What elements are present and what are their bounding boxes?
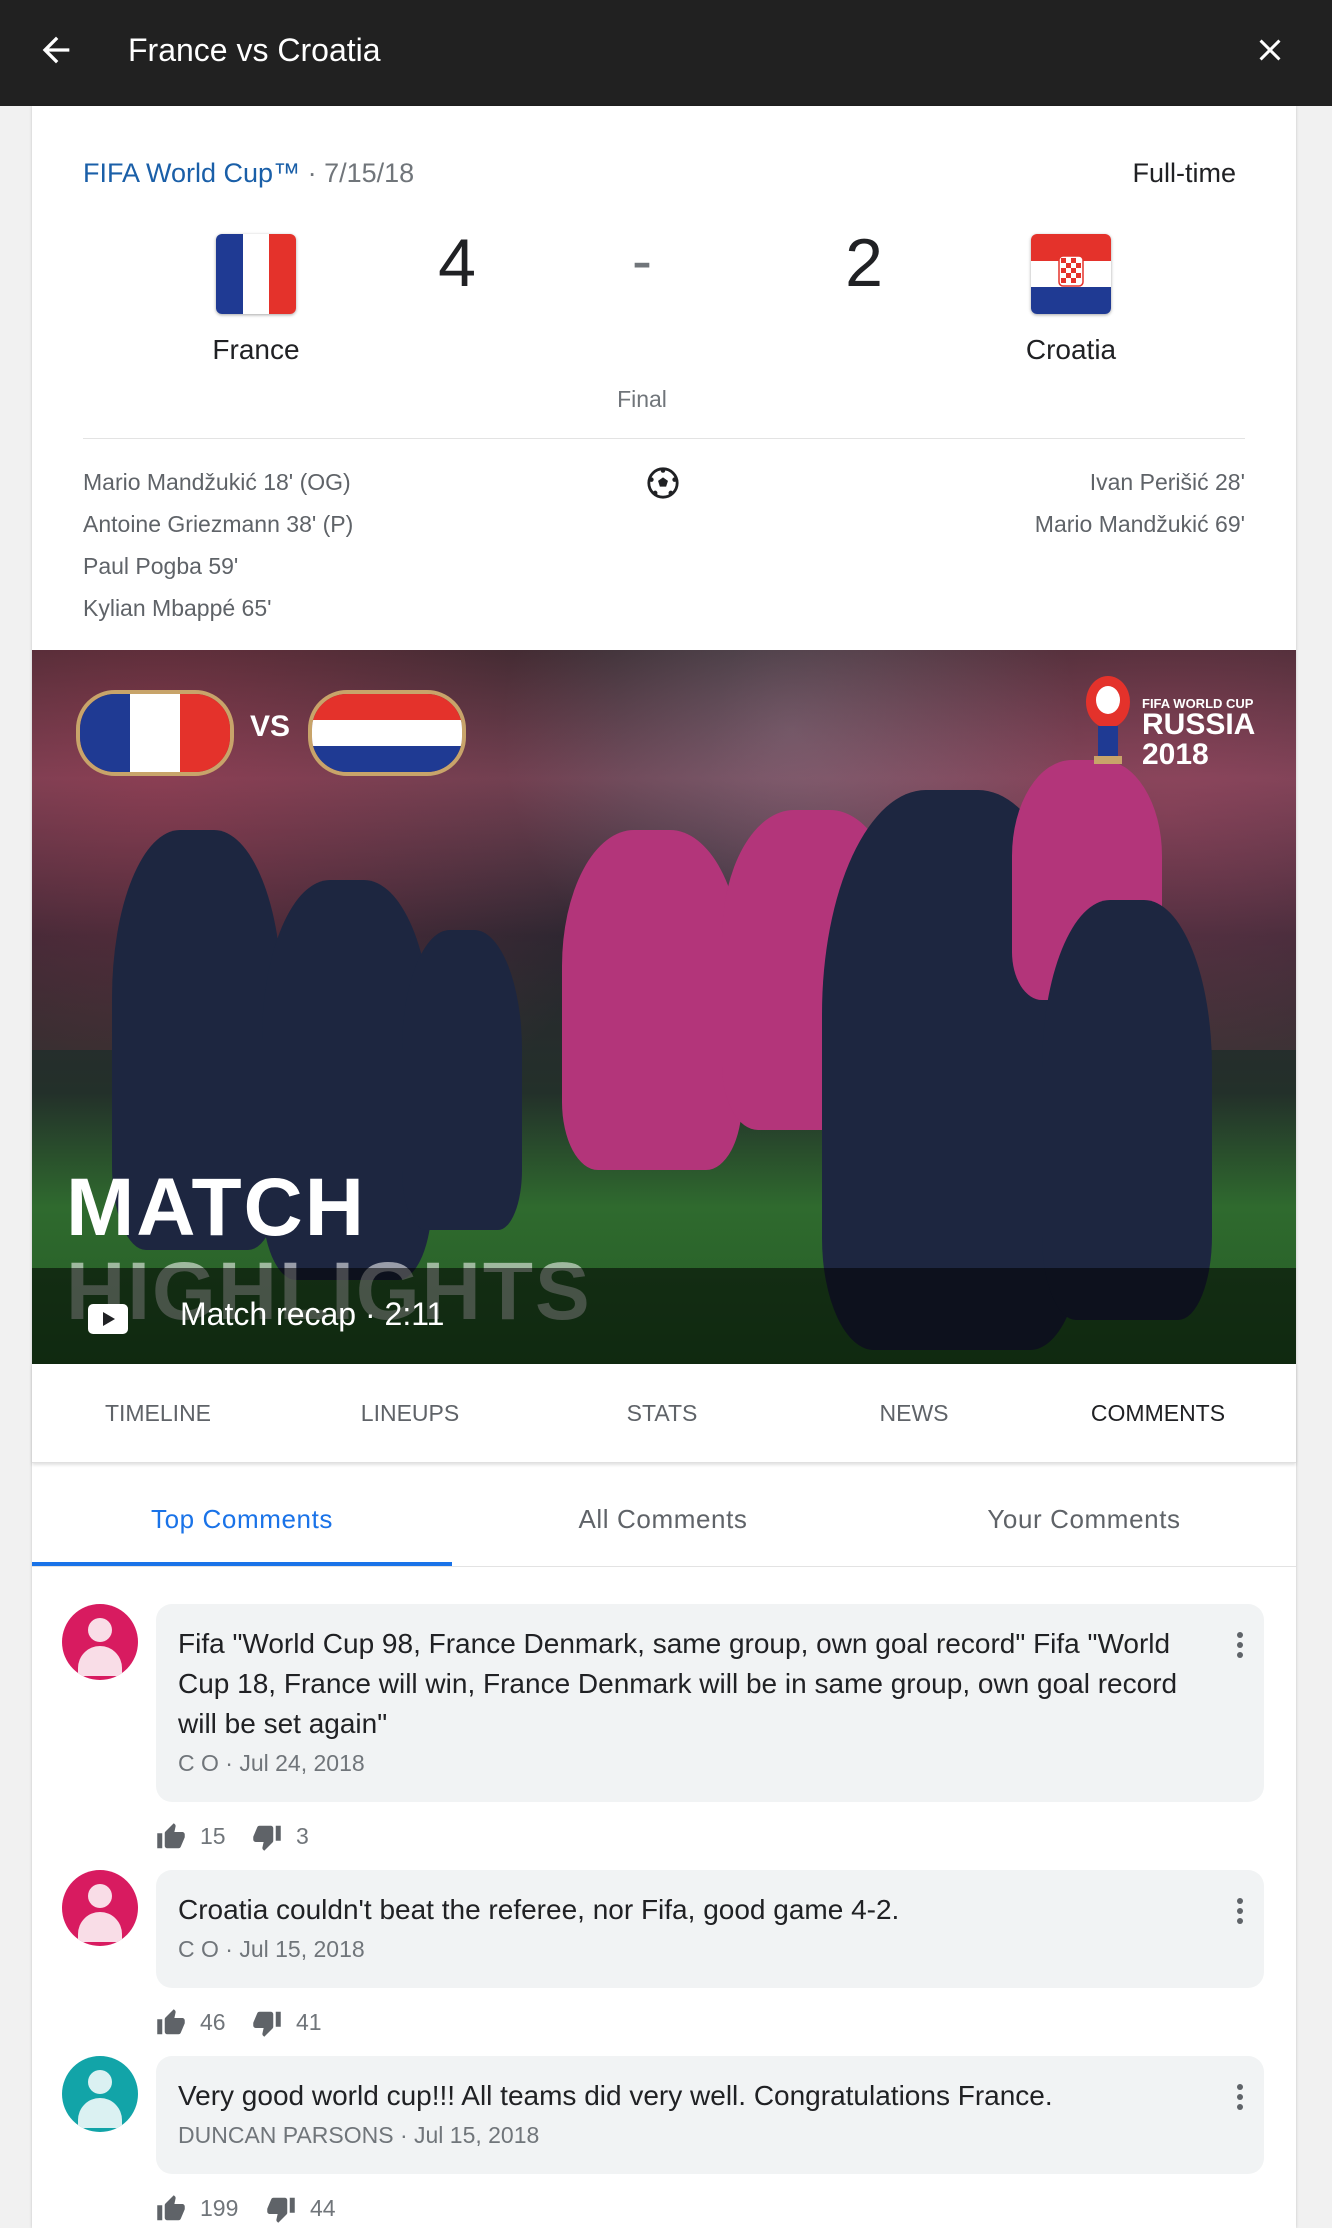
competition-line: FIFA World Cup™ · 7/15/18 bbox=[83, 158, 414, 189]
france-badge bbox=[76, 690, 234, 776]
scorer: Mario Mandžukić 18' (OG) bbox=[83, 469, 351, 495]
comment-text: Very good world cup!!! All teams did ver… bbox=[178, 2080, 1053, 2111]
like-count: 46 bbox=[200, 2009, 226, 2035]
match-date: · 7/15/18 bbox=[307, 158, 415, 188]
scorer: Mario Mandžukić 69' bbox=[1034, 511, 1245, 537]
comment-date: · Jul 24, 2018 bbox=[225, 1750, 365, 1776]
logo-line-1: RUSSIA bbox=[1142, 708, 1256, 741]
divider bbox=[83, 438, 1245, 439]
home-scorers: Mario Mandžukić 18' (OG) Antoine Griezma… bbox=[83, 466, 353, 634]
tab-lineups[interactable]: LINEUPS bbox=[284, 1364, 536, 1462]
player-figure bbox=[1042, 900, 1212, 1320]
comment-bubble: Fifa "World Cup 98, France Denmark, same… bbox=[156, 1604, 1264, 1802]
video-caption-bar[interactable]: Match recap · 2:11 bbox=[32, 1268, 1296, 1364]
comment-bubble: Very good world cup!!! All teams did ver… bbox=[156, 2056, 1264, 2174]
like-count: 15 bbox=[200, 1823, 226, 1849]
thumbs-up-icon[interactable] bbox=[156, 2194, 186, 2224]
match-status: Full-time bbox=[1132, 158, 1236, 188]
scorer: Ivan Perišić 28' bbox=[1089, 469, 1245, 495]
thumbs-up-icon[interactable] bbox=[156, 1822, 186, 1852]
avatar[interactable] bbox=[62, 2056, 138, 2132]
tab-top-comments[interactable]: Top Comments bbox=[32, 1470, 452, 1566]
croatia-flag bbox=[1031, 234, 1111, 314]
comment-tabs: Top Comments All Comments Your Comments bbox=[32, 1470, 1296, 1567]
thumbs-down-icon[interactable] bbox=[252, 2008, 282, 2038]
like-count: 199 bbox=[200, 2195, 239, 2221]
page-title: France vs Croatia bbox=[128, 32, 381, 68]
dislike-count: 41 bbox=[296, 2009, 322, 2035]
dislike-count: 44 bbox=[310, 2195, 336, 2221]
comment-bubble: Croatia couldn't beat the referee, nor F… bbox=[156, 1870, 1264, 1988]
tab-your-comments[interactable]: Your Comments bbox=[874, 1470, 1294, 1566]
thumbs-down-icon[interactable] bbox=[266, 2194, 296, 2224]
score-separator: - bbox=[632, 227, 652, 294]
comment-author[interactable]: C O bbox=[178, 1750, 219, 1776]
tab-news[interactable]: NEWS bbox=[788, 1364, 1040, 1462]
close-icon[interactable] bbox=[1252, 32, 1288, 68]
thumbs-down-icon[interactable] bbox=[252, 1822, 282, 1852]
trophy-icon bbox=[1086, 676, 1130, 764]
avatar[interactable] bbox=[62, 1604, 138, 1680]
tab-all-comments[interactable]: All Comments bbox=[453, 1470, 873, 1566]
thumbs-up-icon[interactable] bbox=[156, 2008, 186, 2038]
world-cup-logo: FIFA WORLD CUP RUSSIA 2018 bbox=[1080, 672, 1260, 782]
dislike-count: 3 bbox=[296, 1823, 309, 1849]
home-team-name[interactable]: France bbox=[156, 334, 356, 366]
vs-label: VS bbox=[250, 710, 291, 743]
croatia-badge bbox=[308, 690, 466, 776]
tab-timeline[interactable]: TIMELINE bbox=[32, 1364, 284, 1462]
match-tabs: TIMELINE LINEUPS STATS NEWS COMMENTS bbox=[32, 1364, 1296, 1463]
scorer: Kylian Mbappé 65' bbox=[83, 595, 272, 621]
active-tab-indicator bbox=[32, 1562, 452, 1566]
more-options-icon[interactable] bbox=[1236, 1896, 1244, 1926]
comment-meta: C O · Jul 24, 2018 bbox=[178, 1750, 365, 1777]
soccer-ball-icon bbox=[647, 467, 679, 499]
away-scorers: Ivan Perišić 28' Mario Mandžukić 69' bbox=[1035, 466, 1245, 550]
france-flag bbox=[216, 234, 296, 314]
play-icon[interactable] bbox=[88, 1304, 128, 1334]
tab-comments[interactable]: COMMENTS bbox=[1032, 1364, 1284, 1462]
more-options-icon[interactable] bbox=[1236, 1630, 1244, 1660]
comment-date: · Jul 15, 2018 bbox=[399, 2122, 540, 2148]
match-card: FIFA World Cup™ · 7/15/18 Full-time 4 - … bbox=[32, 106, 1296, 2228]
logo-big-text: RUSSIA 2018 bbox=[1142, 710, 1255, 770]
arrow-back-icon[interactable] bbox=[36, 30, 76, 70]
logo-line-2: 2018 bbox=[1142, 738, 1209, 771]
home-score: 4 bbox=[438, 225, 476, 301]
comment-meta: DUNCAN PARSONS · Jul 15, 2018 bbox=[178, 2122, 539, 2149]
overlay-line-1: MATCH bbox=[66, 1162, 366, 1253]
comment-author[interactable]: DUNCAN PARSONS bbox=[178, 2122, 394, 2148]
player-figure bbox=[562, 830, 742, 1170]
tab-stats[interactable]: STATS bbox=[536, 1364, 788, 1462]
comment-date: · Jul 15, 2018 bbox=[225, 1936, 365, 1962]
more-options-icon[interactable] bbox=[1236, 2082, 1244, 2112]
comment-text: Fifa "World Cup 98, France Denmark, same… bbox=[178, 1628, 1178, 1739]
scorer: Antoine Griezmann 38' (P) bbox=[83, 511, 354, 537]
comment-author[interactable]: C O bbox=[178, 1936, 219, 1962]
away-team-name[interactable]: Croatia bbox=[971, 334, 1171, 366]
away-score: 2 bbox=[845, 225, 883, 301]
scorer: Paul Pogba 59' bbox=[83, 553, 239, 579]
highlights-video[interactable]: VS FIFA WORLD CUP RUSSIA 2018 MATCH HIGH… bbox=[32, 650, 1296, 1364]
avatar[interactable] bbox=[62, 1870, 138, 1946]
match-stage: Final bbox=[617, 386, 667, 412]
competition-link[interactable]: FIFA World Cup™ bbox=[83, 158, 300, 188]
video-label: Match recap · 2:11 bbox=[180, 1296, 445, 1332]
app-bar: France vs Croatia bbox=[0, 0, 1332, 106]
comment-meta: C O · Jul 15, 2018 bbox=[178, 1936, 365, 1963]
comment-text: Croatia couldn't beat the referee, nor F… bbox=[178, 1894, 900, 1925]
